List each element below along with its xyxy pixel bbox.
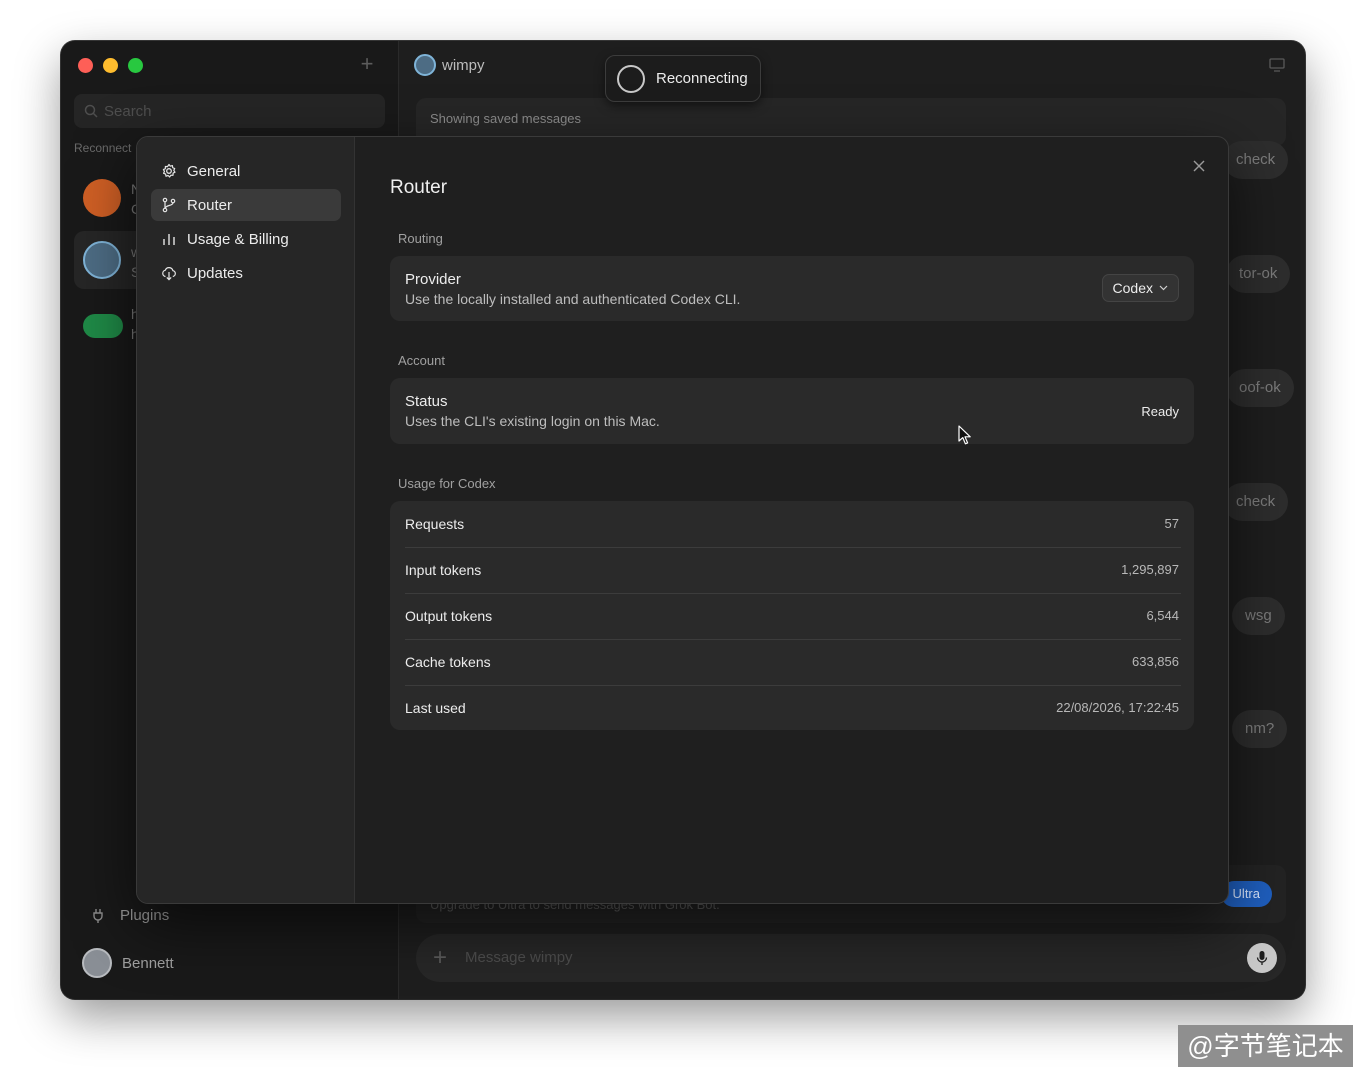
usage-key: Cache tokens [405, 654, 491, 670]
usage-row: Output tokens 6,544 [390, 593, 1194, 639]
usage-row: Last used 22/08/2026, 17:22:45 [390, 685, 1194, 731]
settings-content: Router Routing Provider Use the locally … [355, 137, 1228, 903]
status-card: Status Uses the CLI's existing login on … [390, 378, 1194, 444]
plugins-label: Plugins [120, 907, 170, 924]
avatar [82, 948, 112, 978]
microphone-button[interactable] [1247, 943, 1277, 973]
nav-item-general[interactable]: General [151, 155, 341, 187]
nav-label: Usage & Billing [187, 230, 289, 248]
user-profile[interactable]: Bennett [82, 948, 174, 978]
composer-placeholder: Message wimpy [465, 949, 573, 966]
message-bubble: check [1223, 141, 1289, 179]
nav-label: General [187, 162, 241, 180]
zoom-window-button[interactable] [128, 58, 143, 73]
provider-select[interactable]: Codex [1101, 274, 1179, 302]
usage-value: 633,856 [1132, 654, 1179, 669]
page-title: Router [390, 177, 448, 198]
message-composer[interactable]: + Message wimpy [416, 934, 1286, 982]
status-title: Status [405, 393, 448, 410]
search-icon [84, 104, 98, 118]
usage-key: Requests [405, 516, 465, 532]
search-placeholder: Search [104, 102, 152, 120]
nav-label: Updates [187, 264, 243, 282]
usage-value: 6,544 [1146, 608, 1179, 623]
reconnecting-label: Reconnecting [656, 70, 748, 87]
settings-modal: General Router Usage & Billing Updates R… [136, 136, 1229, 904]
usage-section-label: Usage for Codex [398, 476, 496, 491]
nav-item-usage-billing[interactable]: Usage & Billing [151, 223, 341, 255]
usage-row: Requests 57 [390, 501, 1194, 547]
settings-nav: General Router Usage & Billing Updates [137, 137, 355, 903]
conversation-avatar[interactable] [83, 314, 123, 338]
usage-row: Cache tokens 633,856 [390, 639, 1194, 685]
nav-item-router[interactable]: Router [151, 189, 341, 221]
message-bubble: nm? [1232, 710, 1288, 748]
routing-section-label: Routing [398, 231, 443, 246]
usage-value: 22/08/2026, 17:22:45 [1056, 700, 1179, 715]
chat-title: wimpy [442, 56, 485, 74]
provider-description: Use the locally installed and authentica… [405, 291, 741, 307]
provider-select-value: Codex [1112, 280, 1153, 296]
section-label: Reconnect [74, 141, 132, 155]
usage-row: Input tokens 1,295,897 [390, 547, 1194, 593]
spinner-icon [617, 64, 645, 93]
monitor-icon[interactable] [1269, 58, 1285, 72]
message-bubble: tor-ok [1226, 255, 1291, 293]
status-value: Ready [1141, 404, 1179, 419]
new-chat-plus-icon[interactable]: + [357, 53, 377, 75]
usage-key: Input tokens [405, 562, 482, 578]
plugins-button[interactable]: Plugins [92, 907, 169, 924]
close-window-button[interactable] [78, 58, 93, 73]
minimize-window-button[interactable] [103, 58, 118, 73]
close-icon[interactable] [1190, 157, 1208, 175]
attach-plus-icon[interactable]: + [431, 945, 449, 971]
cloud-download-icon [162, 267, 176, 281]
banner-text: Showing saved messages [430, 111, 582, 126]
usage-key: Output tokens [405, 608, 493, 624]
user-name: Bennett [122, 954, 174, 972]
git-branch-icon [162, 197, 176, 213]
bar-chart-icon [163, 234, 175, 245]
nav-item-updates[interactable]: Updates [151, 257, 341, 289]
provider-title: Provider [405, 271, 461, 288]
message-bubble: wsg [1232, 597, 1285, 635]
watermark: @字节笔记本 [1178, 1025, 1353, 1067]
usage-key: Last used [405, 700, 466, 716]
conversation-avatar[interactable] [83, 241, 121, 279]
search-input[interactable]: Search [74, 94, 385, 128]
reconnecting-toast: Reconnecting [605, 55, 761, 102]
chat-avatar [414, 54, 436, 76]
plug-icon [93, 908, 103, 923]
usage-card: Requests 57 Input tokens 1,295,897 Outpu… [390, 501, 1194, 730]
microphone-icon [1256, 951, 1268, 965]
usage-value: 57 [1164, 516, 1179, 531]
message-bubble: check [1223, 483, 1289, 521]
chevron-down-icon [1159, 285, 1168, 291]
message-bubble: oof-ok [1226, 369, 1294, 407]
nav-label: Router [187, 196, 233, 214]
provider-card: Provider Use the locally installed and a… [390, 256, 1194, 321]
status-description: Uses the CLI's existing login on this Ma… [405, 413, 660, 429]
conversation-avatar[interactable] [83, 179, 121, 217]
usage-value: 1,295,897 [1121, 562, 1179, 577]
mouse-cursor-icon [958, 425, 971, 445]
gear-icon [162, 163, 176, 178]
account-section-label: Account [398, 353, 445, 368]
window-controls [78, 58, 143, 73]
chat-header: wimpy [414, 54, 485, 76]
